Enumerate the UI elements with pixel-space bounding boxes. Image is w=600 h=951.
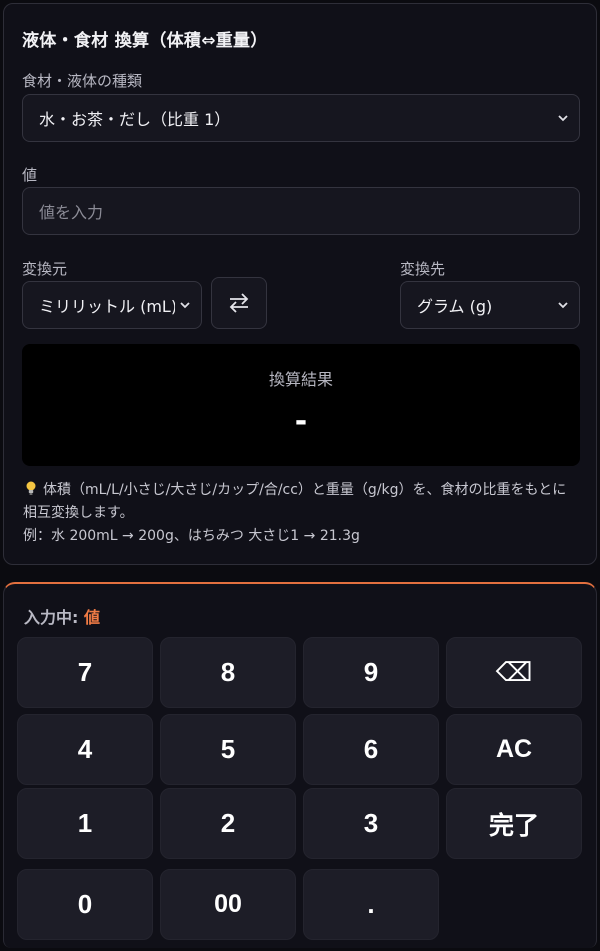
input-status-field: 値 <box>83 608 100 627</box>
ingredient-label: 食材・液体の種類 <box>22 72 143 90</box>
key-8[interactable]: 8 <box>160 637 296 708</box>
done-key[interactable]: 完了 <box>446 788 582 859</box>
lightbulb-icon <box>26 481 36 495</box>
to-unit-selected-value: グラム (g) <box>417 297 493 316</box>
hint-note: 体積（mL/L/小さじ/大さじ/カップ/合/cc）と重量（g/kg）を、食材の比… <box>23 479 579 548</box>
key-5[interactable]: 5 <box>160 714 296 785</box>
key-00[interactable]: 00 <box>160 869 296 940</box>
result-value: - <box>294 404 308 439</box>
backspace-key[interactable]: ⌫ <box>446 637 582 708</box>
page-title: 液体・食材 換算（体積⇔重量） <box>22 31 268 51</box>
value-label: 値 <box>22 166 38 184</box>
to-unit-select[interactable]: グラム (g) <box>400 281 580 329</box>
ingredient-selected-value: 水・お茶・だし（比重 1） <box>39 110 231 129</box>
swap-arrows-icon <box>229 293 249 313</box>
chevron-down-icon <box>558 115 568 122</box>
from-unit-select[interactable]: ミリリットル (mL) <box>22 281 202 329</box>
key-0[interactable]: 0 <box>17 869 153 940</box>
from-unit-label: 変換元 <box>22 260 68 278</box>
from-unit-selected-value: ミリリットル (mL) <box>39 297 175 316</box>
backspace-icon: ⌫ <box>495 657 533 688</box>
result-panel: 換算結果 - <box>22 344 580 466</box>
hint-note-line2: 例：水 200mL → 200g、はちみつ 大さじ1 → 21.3g <box>23 528 360 544</box>
ingredient-select[interactable]: 水・お茶・だし（比重 1） <box>22 94 580 142</box>
key-3[interactable]: 3 <box>303 788 439 859</box>
value-input[interactable]: 値を入力 <box>22 187 580 235</box>
to-unit-label: 変換先 <box>400 260 446 278</box>
clear-key[interactable]: AC <box>446 714 582 785</box>
input-status-prefix: 入力中: <box>24 608 79 627</box>
converter-card: 液体・食材 換算（体積⇔重量） 食材・液体の種類 水・お茶・だし（比重 1） 値… <box>3 3 597 565</box>
key-1[interactable]: 1 <box>17 788 153 859</box>
key-decimal-point[interactable]: . <box>303 869 439 940</box>
key-9[interactable]: 9 <box>303 637 439 708</box>
chevron-down-icon <box>180 302 190 309</box>
hint-note-line1: 体積（mL/L/小さじ/大さじ/カップ/合/cc）と重量（g/kg）を、食材の比… <box>23 482 567 521</box>
chevron-down-icon <box>558 302 568 309</box>
keypad-panel: 入力中: 値 7 8 9 ⌫ 4 5 6 AC 1 2 3 完了 0 00 . <box>3 582 597 948</box>
swap-units-button[interactable] <box>211 277 267 329</box>
key-4[interactable]: 4 <box>17 714 153 785</box>
key-2[interactable]: 2 <box>160 788 296 859</box>
key-6[interactable]: 6 <box>303 714 439 785</box>
key-7[interactable]: 7 <box>17 637 153 708</box>
result-label: 換算結果 <box>268 370 333 389</box>
value-placeholder: 値を入力 <box>39 203 104 222</box>
input-status: 入力中: 値 <box>24 604 100 628</box>
